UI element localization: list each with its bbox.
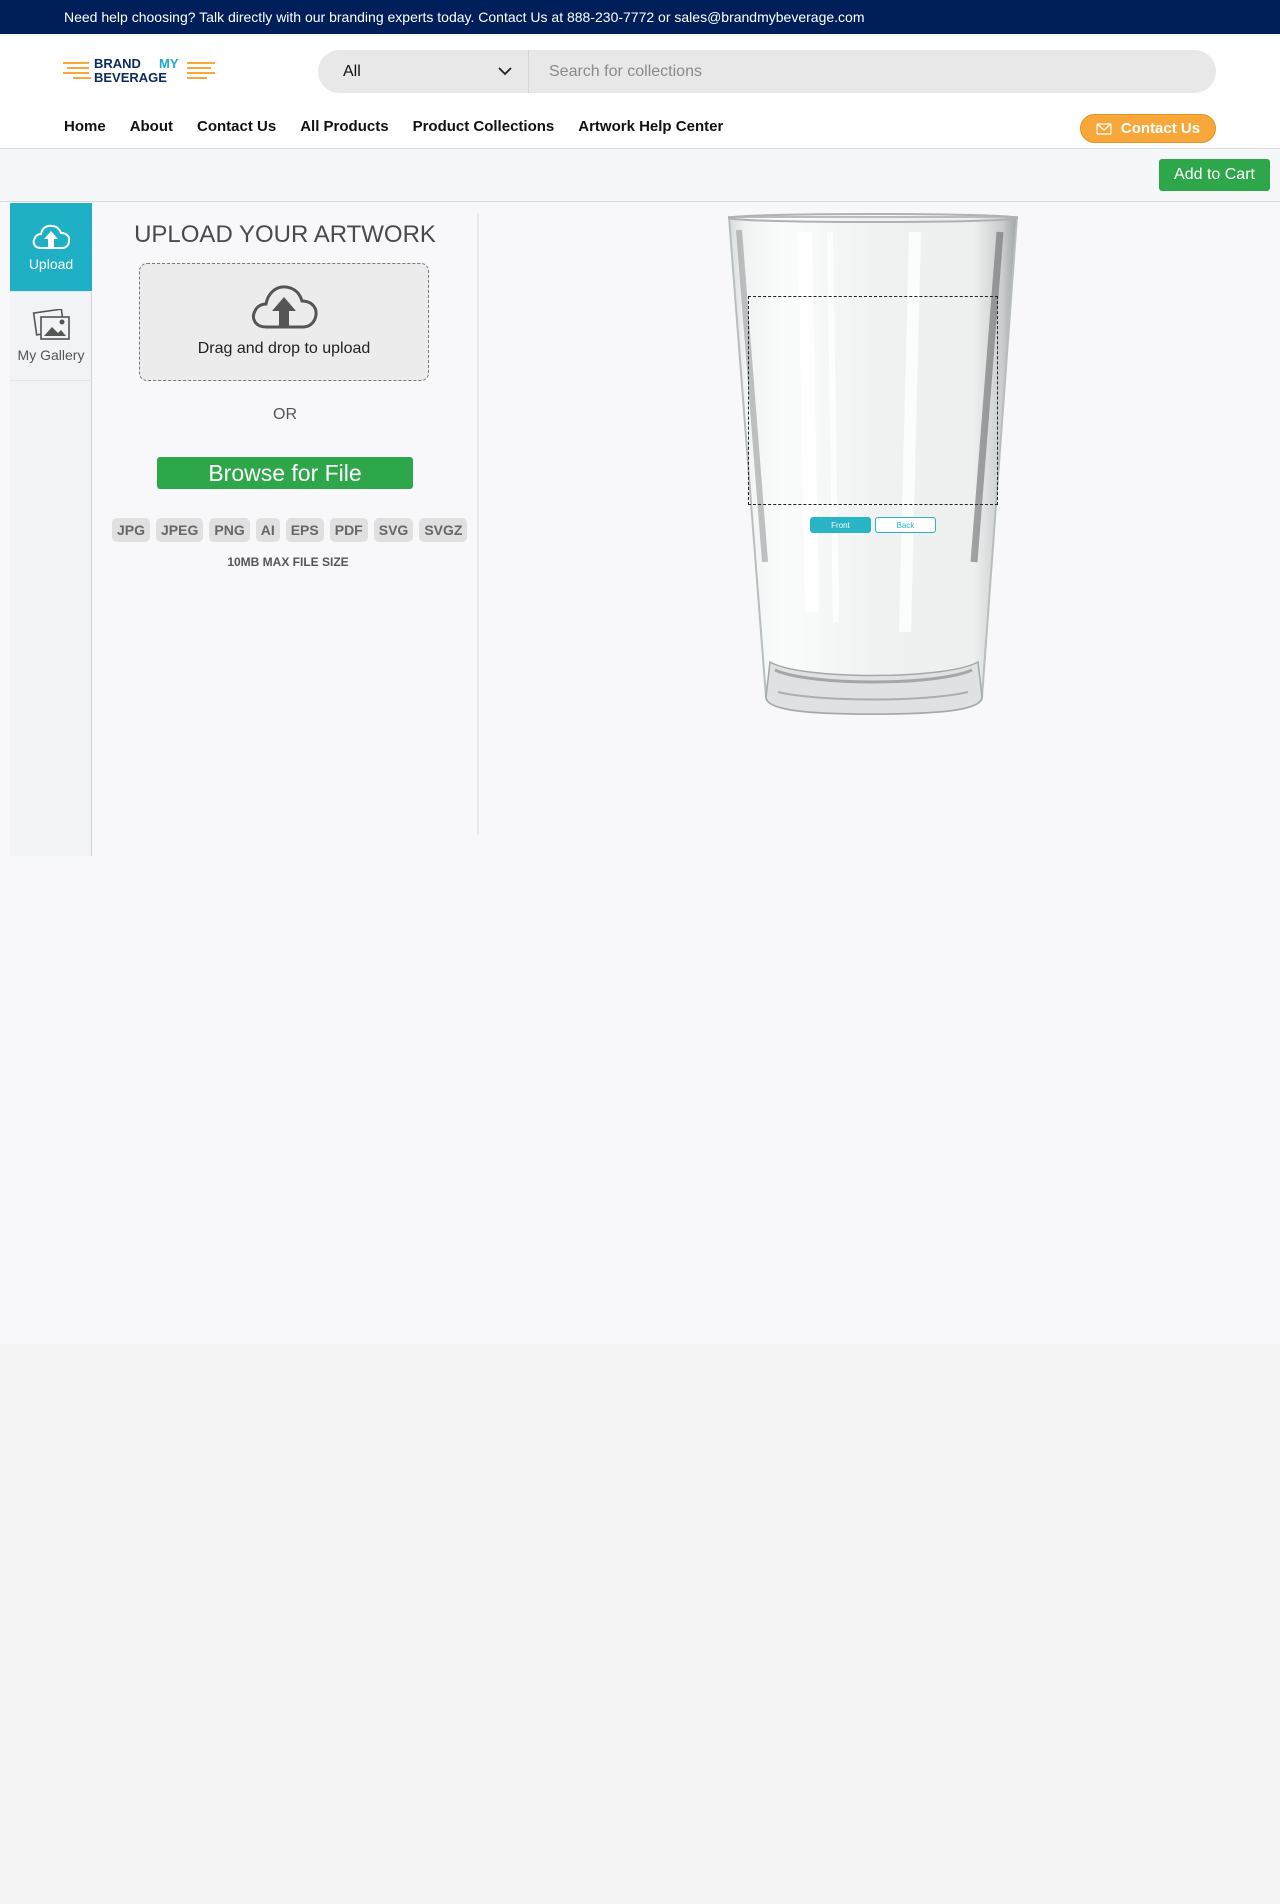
print-area-boundary[interactable] xyxy=(748,296,998,505)
cloud-upload-icon xyxy=(32,224,71,249)
search-bar: All xyxy=(318,50,1216,93)
main-nav: Home About Contact Us All Products Produ… xyxy=(64,118,723,135)
cloud-upload-icon xyxy=(251,285,318,329)
nav-home[interactable]: Home xyxy=(64,118,106,135)
tab-my-gallery[interactable]: My Gallery xyxy=(10,292,92,381)
nav-artwork-help-center[interactable]: Artwork Help Center xyxy=(578,118,723,135)
upload-panel-title: UPLOAD YOUR ARTWORK xyxy=(134,221,436,248)
back-side-button[interactable]: Back xyxy=(875,517,936,533)
designer-toolbar: Add to Cart xyxy=(0,149,1280,202)
announcement-text: Need help choosing? Talk directly with o… xyxy=(64,9,865,25)
mail-icon xyxy=(1096,122,1112,135)
upload-panel: UPLOAD YOUR ARTWORK Drag and drop to upl… xyxy=(93,213,479,835)
nav-all-products[interactable]: All Products xyxy=(300,118,388,135)
tab-my-gallery-label: My Gallery xyxy=(17,347,85,363)
format-badge: EPS xyxy=(285,518,324,542)
brand-logo[interactable]: BRAND MY BEVERAGE xyxy=(63,54,215,88)
tab-upload[interactable]: Upload xyxy=(10,203,92,292)
category-select-value: All xyxy=(343,62,361,80)
dropzone[interactable]: Drag and drop to upload xyxy=(139,263,429,381)
format-badge: SVGZ xyxy=(419,518,468,542)
or-divider: OR xyxy=(273,406,297,423)
format-badge: PDF xyxy=(329,518,368,542)
nav-product-collections[interactable]: Product Collections xyxy=(413,118,555,135)
site-header: BRAND MY BEVERAGE All Home About Contact… xyxy=(0,34,1280,149)
format-badge: PNG xyxy=(209,518,250,542)
logo-text-brand: BRAND xyxy=(94,56,141,71)
format-badge: JPG xyxy=(112,518,151,542)
max-file-size-note: 10MB MAX FILE SIZE xyxy=(227,555,349,569)
format-badge: JPEG xyxy=(156,518,204,542)
logo-text-my: MY xyxy=(159,56,179,71)
file-format-list: JPG JPEG PNG AI EPS PDF SVG SVGZ xyxy=(112,518,468,542)
nav-contact-us[interactable]: Contact Us xyxy=(197,118,276,135)
nav-about[interactable]: About xyxy=(130,118,173,135)
tool-sidebar: Upload My Gallery xyxy=(10,203,92,856)
category-select[interactable]: All xyxy=(318,50,529,93)
format-badge: AI xyxy=(255,518,280,542)
chevron-down-icon xyxy=(498,67,512,76)
dropzone-text: Drag and drop to upload xyxy=(197,340,371,357)
contact-us-label: Contact Us xyxy=(1120,120,1201,137)
format-badge: SVG xyxy=(373,518,414,542)
announcement-bar: Need help choosing? Talk directly with o… xyxy=(0,0,1280,34)
contact-us-button[interactable]: Contact Us xyxy=(1080,114,1216,143)
logo-text-beverage: BEVERAGE xyxy=(94,70,167,85)
gallery-icon xyxy=(32,309,70,340)
browse-file-button[interactable]: Browse for File xyxy=(157,457,413,489)
front-side-button[interactable]: Front xyxy=(810,517,871,533)
tab-upload-label: Upload xyxy=(28,256,74,272)
add-to-cart-button[interactable]: Add to Cart xyxy=(1159,159,1270,191)
search-input[interactable] xyxy=(529,50,1216,93)
designer-workspace: Upload My Gallery UPLOAD YOUR ARTWORK Dr… xyxy=(0,202,1280,1344)
